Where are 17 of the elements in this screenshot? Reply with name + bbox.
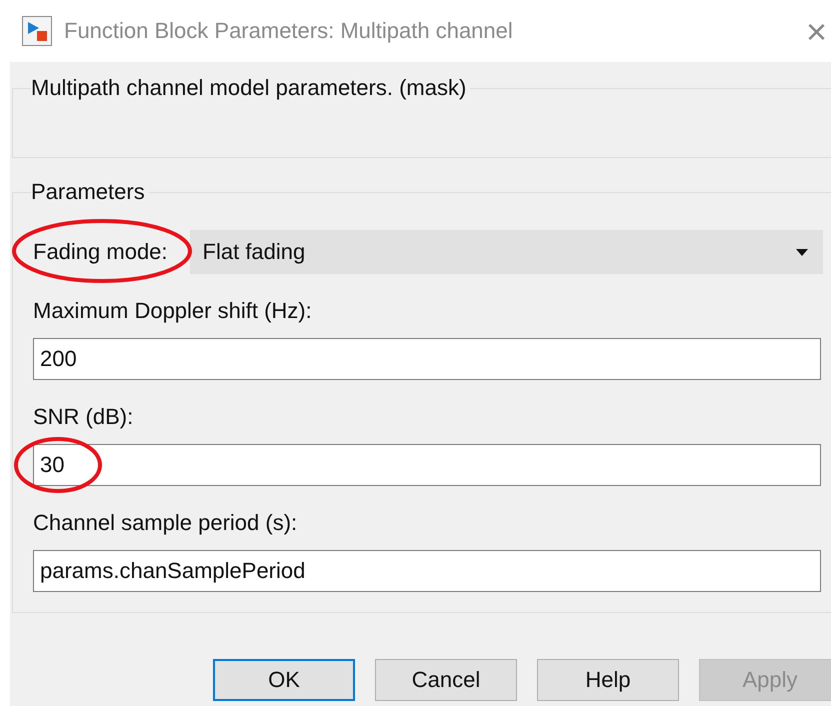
input-field[interactable]: params.chanSamplePeriod bbox=[33, 550, 821, 592]
block-icon bbox=[22, 16, 52, 46]
input-field[interactable]: 200 bbox=[33, 338, 821, 380]
dropdown-arrow-icon bbox=[796, 248, 808, 256]
field-label: Fading mode: bbox=[33, 239, 168, 265]
group-title: Multipath channel model parameters. (mask) bbox=[31, 76, 468, 100]
close-icon[interactable]: × bbox=[806, 12, 827, 52]
dialog-button[interactable]: Help bbox=[537, 659, 679, 701]
input-field[interactable]: 30 bbox=[33, 444, 821, 486]
dialog-button[interactable]: Cancel bbox=[375, 659, 517, 701]
group-title: Parameters bbox=[31, 180, 146, 204]
field-label: SNR (dB): bbox=[33, 404, 134, 430]
field-label: Channel sample period (s): bbox=[33, 510, 298, 536]
dialog-button[interactable]: OK bbox=[213, 659, 355, 701]
window-title: Function Block Parameters: Multipath channel bbox=[64, 18, 513, 44]
dropdown[interactable]: Flat fading bbox=[190, 230, 823, 274]
field-label: Maximum Doppler shift (Hz): bbox=[33, 298, 312, 324]
